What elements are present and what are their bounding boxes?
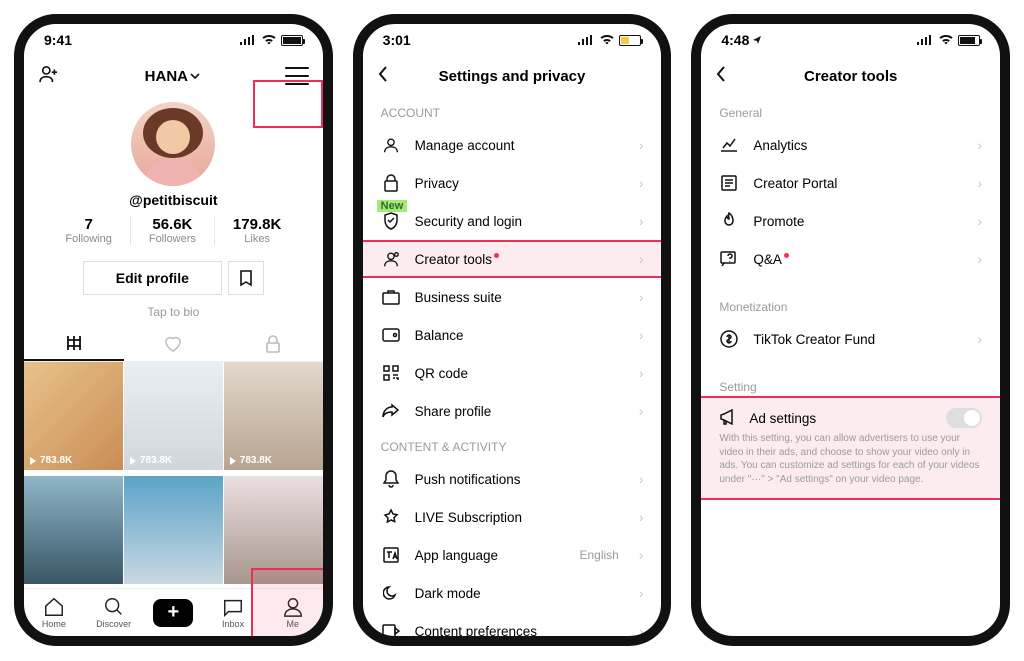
status-icons [916,34,980,46]
view-count: 783.8K [229,455,272,466]
ad-settings-description: With this setting, you can allow adverti… [719,432,982,486]
edit-profile-button[interactable]: Edit profile [83,261,222,295]
item-share-profile[interactable]: Share profile› [363,392,662,430]
item-privacy[interactable]: Privacy› [363,164,662,202]
settings-header: Settings and privacy [363,56,662,96]
section-account: ACCOUNT [363,96,662,126]
hamburger-menu-icon[interactable] [285,67,309,85]
status-icons [239,34,303,46]
profile-name: HANA [145,68,188,85]
item-creator-tools[interactable]: Creator tools› [363,240,662,278]
tab-grid-icon[interactable] [24,327,124,361]
item-creator-fund[interactable]: TikTok Creator Fund› [701,320,1000,358]
status-icons [577,34,641,46]
stat-likes[interactable]: 179.8KLikes [214,216,299,245]
video-thumbnail[interactable]: 783.8K [224,362,323,470]
section-content: CONTENT & ACTIVITY [363,430,662,460]
clock-time: 9:41 [44,32,72,48]
item-promote[interactable]: Promote› [701,202,1000,240]
item-push-notifications[interactable]: Push notifications› [363,460,662,498]
status-bar: 3:01 [363,24,662,56]
megaphone-icon [719,409,737,428]
tab-liked-icon[interactable] [124,327,224,361]
item-content-preferences[interactable]: Content preferences› [363,612,662,636]
profile-header: HANA [24,56,323,96]
clock-time: 3:01 [383,32,411,48]
video-thumbnail[interactable] [224,476,323,584]
view-count: 783.8K [129,455,172,466]
phone-settings: 3:01 Settings and privacy New ACCOUNT Ma… [353,14,672,646]
item-live-subscription[interactable]: LIVE Subscription› [363,498,662,536]
notification-dot [784,253,789,258]
bio-text[interactable]: Tap to bio [24,305,323,319]
plus-icon: + [153,599,193,627]
creator-list: General Analytics› Creator Portal› Promo… [701,96,1000,636]
status-bar: 4:48 [701,24,1000,56]
ad-settings-block: Ad settings With this setting, you can a… [701,396,1000,500]
item-creator-portal[interactable]: Creator Portal› [701,164,1000,202]
notification-dot [494,253,499,258]
profile-avatar[interactable] [131,102,215,186]
view-count: 783.8K [29,455,72,466]
video-thumbnail[interactable]: 783.8K [24,362,123,470]
video-thumbnail[interactable] [24,476,123,584]
item-manage-account[interactable]: Manage account› [363,126,662,164]
profile-name-dropdown[interactable]: HANA [145,68,200,85]
tab-me[interactable]: Me [263,596,323,629]
user-handle: @petitbiscuit [24,192,323,208]
page-title: Settings and privacy [377,68,648,85]
item-balance[interactable]: Balance› [363,316,662,354]
video-grid: 783.8K 783.8K 783.8K [24,362,323,588]
battery-icon [619,35,641,46]
item-dark-mode[interactable]: Dark mode› [363,574,662,612]
profile-buttons: Edit profile [24,261,323,295]
item-qa[interactable]: Q&A› [701,240,1000,278]
item-qr-code[interactable]: QR code› [363,354,662,392]
status-bar: 9:41 [24,24,323,56]
new-badge: New [377,200,408,212]
settings-list: New ACCOUNT Manage account› Privacy› Sec… [363,96,662,636]
section-setting: Setting [701,370,1000,396]
phone-creator-tools: 4:48 Creator tools General Analytics› Cr… [691,14,1010,646]
tab-inbox[interactable]: Inbox [203,596,263,629]
video-thumbnail[interactable]: 783.8K [124,362,223,470]
section-monetization: Monetization [701,290,1000,320]
stat-followers[interactable]: 56.6KFollowers [130,216,214,245]
section-general: General [701,96,1000,126]
add-friend-icon[interactable] [38,65,60,88]
bottom-tab-bar: Home Discover + Inbox Me [24,588,323,636]
creator-header: Creator tools [701,56,1000,96]
battery-icon [281,35,303,46]
item-app-language[interactable]: App languageEnglish› [363,536,662,574]
phone-profile: 9:41 HANA @petitbiscuit 7Following 56.6K… [14,14,333,646]
video-thumbnail[interactable] [124,476,223,584]
bookmark-button[interactable] [228,261,264,295]
tab-discover[interactable]: Discover [84,596,144,629]
ad-settings-label: Ad settings [749,411,934,426]
profile-stats: 7Following 56.6KFollowers 179.8KLikes [24,216,323,245]
tab-private-icon[interactable] [223,327,323,361]
item-analytics[interactable]: Analytics› [701,126,1000,164]
tab-create[interactable]: + [143,599,203,627]
stat-following[interactable]: 7Following [47,216,129,245]
tab-home[interactable]: Home [24,596,84,629]
item-business-suite[interactable]: Business suite› [363,278,662,316]
clock-time: 4:48 [721,32,762,48]
item-security[interactable]: Security and login› [363,202,662,240]
page-title: Creator tools [715,68,986,85]
battery-icon [958,35,980,46]
ad-settings-toggle[interactable] [946,408,982,428]
content-tabs [24,327,323,362]
